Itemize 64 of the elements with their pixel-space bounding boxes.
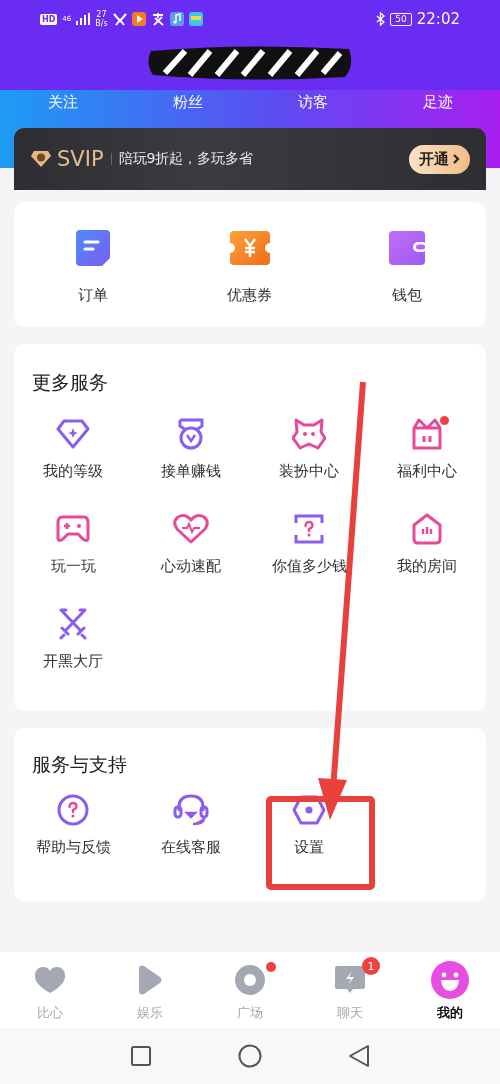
vip-label: SVIP — [57, 147, 104, 171]
network-speed: 27 — [96, 10, 107, 19]
support-item[interactable]: 设置 — [250, 792, 368, 857]
coupon-icon — [230, 230, 270, 266]
nav-tab[interactable]: 我的 — [400, 952, 500, 1028]
document-icon — [75, 230, 110, 266]
message-app-icon — [188, 12, 203, 26]
service-item[interactable]: 装扮中心 — [250, 416, 368, 481]
service-item[interactable]: 福利中心 — [368, 416, 486, 481]
heart-icon — [34, 966, 66, 994]
play-icon — [137, 964, 163, 996]
service-item[interactable]: 我的房间 — [368, 511, 486, 576]
battery-indicator: 50 — [390, 12, 412, 26]
app-notification-icon — [112, 12, 127, 26]
service-item[interactable]: 你值多少钱 — [250, 511, 368, 576]
music-app-icon — [169, 12, 184, 26]
activate-button[interactable]: 开通 — [409, 144, 470, 174]
back-button[interactable] — [348, 1044, 370, 1068]
service-item[interactable]: 开黑大厅 — [14, 606, 132, 671]
question-frame-icon — [294, 514, 324, 544]
chevron-right-icon — [452, 153, 460, 165]
service-item[interactable]: 玩一玩 — [14, 511, 132, 576]
disc-icon — [234, 964, 266, 996]
bluetooth-icon — [376, 12, 386, 26]
unread-count-badge: 1 — [362, 957, 380, 975]
gift-box-icon — [411, 418, 443, 450]
headset-icon — [173, 793, 209, 827]
support-item[interactable]: 在线客服 — [132, 792, 250, 857]
crossed-swords-icon — [58, 608, 88, 640]
shield-star-icon — [56, 419, 90, 449]
profile-stat-tab[interactable]: 访客 — [297, 92, 328, 112]
play-app-icon — [131, 12, 146, 26]
smiley-icon — [431, 961, 469, 999]
diamond-badge-icon — [30, 150, 52, 168]
help-icon — [57, 794, 89, 826]
service-item[interactable]: 我的等级 — [14, 416, 132, 481]
app-notification-icon — [150, 12, 165, 26]
cat-face-icon — [292, 418, 326, 450]
quick-link[interactable]: 钱包 — [328, 230, 486, 305]
house-icon — [411, 513, 443, 545]
section-title: 更多服务 — [31, 370, 109, 395]
quick-link[interactable]: 优惠券 — [171, 230, 329, 305]
nav-tab[interactable]: 1 聊天 — [300, 952, 400, 1028]
wallet-icon — [389, 230, 426, 266]
chat-bolt-icon — [334, 965, 366, 995]
hd-indicator: HD — [40, 13, 58, 25]
vip-promo-text: 陪玩9折起，多玩多省 — [118, 150, 255, 168]
signal-icon — [76, 13, 91, 25]
clock: 22:02 — [416, 10, 460, 28]
quick-link[interactable]: 订单 — [14, 230, 172, 305]
vip-banner[interactable]: SVIP 陪玩9折起，多玩多省 开通 — [14, 128, 486, 190]
support-item[interactable]: 帮助与反馈 — [14, 792, 132, 857]
profile-stat-tab[interactable]: 足迹 — [422, 92, 453, 112]
medal-icon — [176, 418, 206, 450]
profile-stat-tab[interactable]: 粉丝 — [172, 92, 203, 112]
service-item[interactable]: 心动速配 — [132, 511, 250, 576]
home-button[interactable] — [238, 1044, 262, 1068]
service-item[interactable]: 接单赚钱 — [132, 416, 250, 481]
recent-apps-button[interactable] — [130, 1045, 152, 1067]
speed-unit: B/s — [95, 19, 108, 28]
gamepad-icon — [56, 515, 90, 543]
section-title: 服务与支持 — [31, 752, 128, 777]
heartbeat-icon — [173, 514, 209, 544]
profile-stat-tab[interactable]: 关注 — [47, 92, 78, 112]
